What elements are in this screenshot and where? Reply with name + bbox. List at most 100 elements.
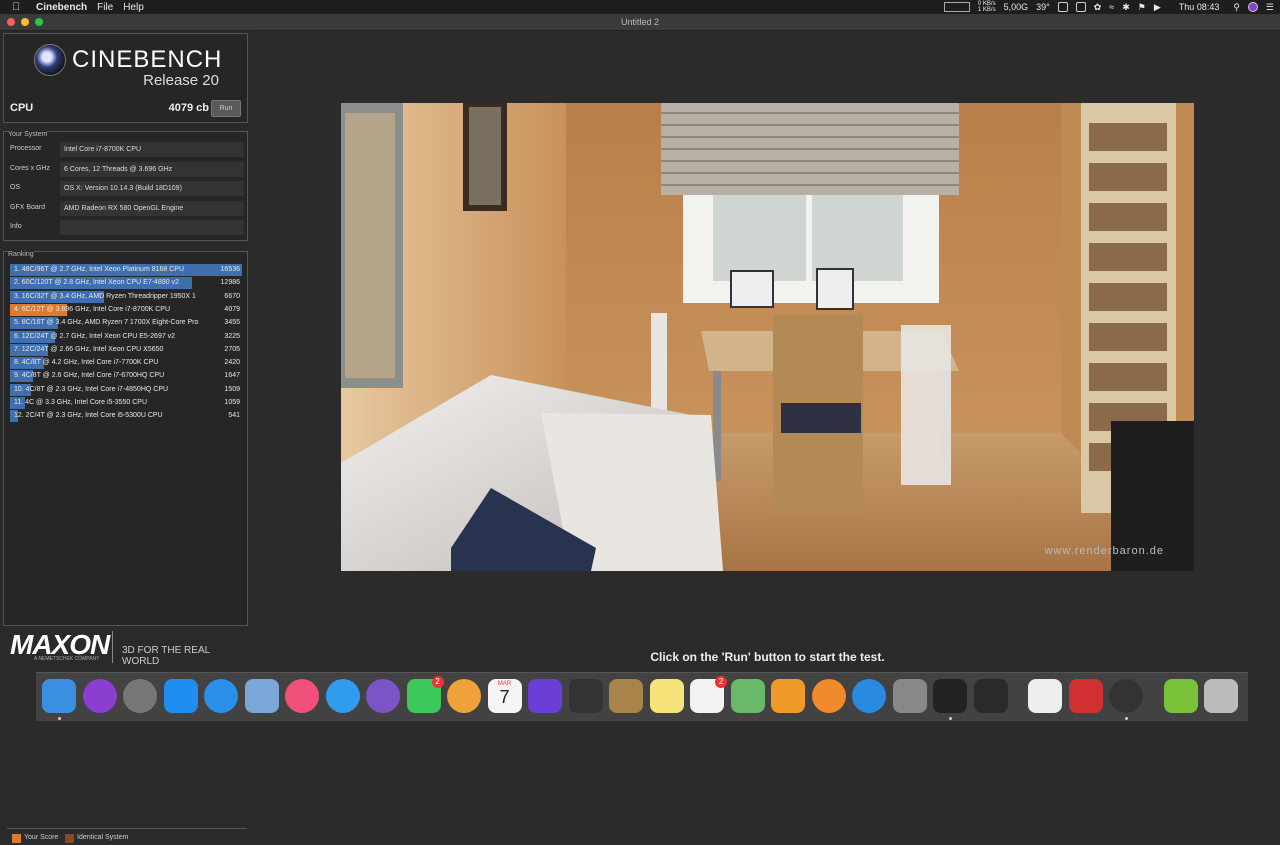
wifi-icon[interactable]: ≈ bbox=[1109, 2, 1114, 12]
menu-file[interactable]: File bbox=[97, 2, 113, 13]
archive-icon[interactable] bbox=[1028, 679, 1062, 713]
system-row-os: OS OS X: Version 10.14.3 (Build 18D109) bbox=[8, 181, 244, 196]
ranking-row[interactable]: 2. 60C/120T @ 2.8 GHz, Intel Xeon CPU E7… bbox=[10, 277, 242, 290]
cpu-score: 4079 cb bbox=[168, 102, 209, 114]
books-icon[interactable] bbox=[811, 679, 846, 713]
ranking-score: 12986 bbox=[220, 279, 240, 287]
script-icon[interactable]: ✿ bbox=[1094, 2, 1102, 13]
system-row-value[interactable]: OS X: Version 10.14.3 (Build 18D109) bbox=[60, 181, 244, 196]
system-row-key: Info bbox=[10, 223, 22, 230]
gear-icon[interactable] bbox=[1075, 2, 1086, 12]
ranking-row[interactable]: 8. 4C/8T @ 4.2 GHz, Intel Core i7-7700K … bbox=[10, 357, 242, 370]
safari-icon[interactable] bbox=[204, 679, 238, 713]
render-viewport: www.renderbaron.de bbox=[341, 103, 1194, 571]
maxon-tagline: 3D FOR THE REAL WORLD bbox=[122, 645, 210, 667]
flag-icon[interactable]: ⚑ bbox=[1138, 2, 1146, 13]
app-store-icon[interactable] bbox=[163, 679, 198, 713]
cpu-graph-icon[interactable] bbox=[943, 2, 970, 12]
cinebench-icon[interactable] bbox=[1109, 679, 1143, 713]
run-button[interactable]: Run bbox=[211, 100, 241, 117]
room-render-image bbox=[341, 103, 1194, 571]
ranking-row[interactable]: 7. 12C/24T @ 2.66 GHz, Intel Xeon CPU X5… bbox=[10, 343, 242, 356]
app-switch-icon[interactable] bbox=[1057, 2, 1068, 12]
ranking-row[interactable]: 5. 8C/16T @ 3.4 GHz, AMD Ryzen 7 1700X E… bbox=[10, 317, 242, 330]
calendar-icon[interactable]: MAR 7 bbox=[487, 679, 522, 713]
tools-icon[interactable] bbox=[1068, 679, 1103, 713]
notes-icon[interactable] bbox=[649, 679, 684, 713]
menu-app-name[interactable]: Cinebench bbox=[36, 2, 87, 13]
trash-icon[interactable] bbox=[1204, 679, 1238, 713]
bluetooth-icon[interactable]: ✱ bbox=[1122, 2, 1130, 13]
notification-center-icon[interactable]: ☰ bbox=[1266, 2, 1274, 13]
siri-menu-icon[interactable] bbox=[1247, 2, 1258, 12]
temperature-readout[interactable]: 39° bbox=[1036, 2, 1050, 12]
ranking-score: 2705 bbox=[224, 345, 240, 353]
system-row-cores-x-ghz: Cores x GHz 6 Cores, 12 Threads @ 3.696 G… bbox=[8, 161, 244, 177]
messages-icon[interactable] bbox=[325, 679, 360, 713]
close-window-button[interactable] bbox=[7, 18, 15, 26]
window-title-bar: Untitled 2 bbox=[0, 14, 1280, 31]
notification-badge: 2 bbox=[715, 676, 727, 688]
system-row-key: Processor bbox=[10, 145, 42, 152]
ranking-score: 1647 bbox=[224, 372, 240, 380]
ranking-row[interactable]: 3. 16C/32T @ 3.4 GHz, AMD Ryzen Threadri… bbox=[10, 290, 242, 303]
apple-icon[interactable]:  bbox=[12, 0, 26, 14]
reminders-icon[interactable]: 2 bbox=[690, 676, 727, 713]
system-row-key: GFX Board bbox=[10, 203, 46, 211]
finder-icon[interactable] bbox=[42, 679, 76, 713]
ranking-row[interactable]: 10. 4C/8T @ 2.3 GHz, Intel Core i7-4850H… bbox=[10, 383, 242, 396]
clock[interactable]: Thu 08:43 bbox=[1179, 2, 1220, 12]
ranking-row-your-score[interactable]: 4. 6C/12T @ 3.696 GHz, Intel Core i7-870… bbox=[10, 303, 242, 316]
volume-icon[interactable]: ▶ bbox=[1154, 2, 1161, 13]
system-row-info: Info bbox=[8, 220, 244, 235]
maps-icon[interactable] bbox=[730, 679, 765, 713]
contacts-icon[interactable] bbox=[609, 679, 643, 713]
search-icon[interactable]: ⚲ bbox=[1233, 2, 1240, 13]
terminal-icon[interactable] bbox=[933, 679, 967, 713]
imovie-icon[interactable] bbox=[528, 679, 562, 713]
ranking-score: 4079 bbox=[224, 305, 240, 313]
ranking-score: 16536 bbox=[220, 266, 240, 273]
photos-icon[interactable] bbox=[447, 679, 481, 713]
ranking-row[interactable]: 11. 4C @ 3.3 GHz, Intel Core i5-3550 CPU… bbox=[10, 397, 242, 409]
memory-readout[interactable]: 5,00G bbox=[1004, 2, 1029, 12]
ranking-row[interactable]: 1. 48C/96T @ 2.7 GHz, Intel Xeon Platinu… bbox=[10, 264, 242, 276]
ranking-label: 11. 4C @ 3.3 GHz, Intel Core i5-3550 CPU bbox=[14, 399, 148, 406]
system-row-gfx-board: GFX Board AMD Radeon RX 580 OpenGL Engine bbox=[8, 200, 244, 216]
utility-icon[interactable] bbox=[852, 679, 886, 713]
menu-bar:  Cinebench File Help 0 KB/s1 KB/s 5,00G… bbox=[0, 0, 1280, 14]
final-cut-icon[interactable] bbox=[568, 679, 603, 713]
downloads-icon[interactable] bbox=[1163, 679, 1198, 713]
network-speed[interactable]: 0 KB/s 1 KB/s bbox=[978, 1, 996, 13]
ranking-row[interactable]: 9. 4C/8T @ 2.6 GHz, Intel Core i7-6700HQ… bbox=[10, 370, 242, 383]
minimize-window-button[interactable] bbox=[21, 18, 29, 26]
mail-icon[interactable] bbox=[244, 679, 279, 713]
ranking-row[interactable]: 6. 12C/24T @ 2.7 GHz, Intel Xeon CPU E5-… bbox=[10, 330, 242, 343]
system-row-value[interactable]: 6 Cores, 12 Threads @ 3.696 GHz bbox=[60, 161, 244, 177]
system-row-value[interactable] bbox=[60, 220, 244, 235]
home-icon[interactable] bbox=[771, 679, 805, 713]
system-row-value[interactable]: AMD Radeon RX 580 OpenGL Engine bbox=[60, 200, 244, 216]
your-system-title: Your System bbox=[8, 131, 48, 138]
activity-monitor-icon[interactable] bbox=[973, 679, 1008, 713]
maxon-divider bbox=[112, 631, 113, 663]
legend-identical-swatch bbox=[65, 834, 74, 843]
brand-release: Release 20 bbox=[143, 72, 219, 89]
system-preferences-icon[interactable] bbox=[892, 679, 927, 713]
itunes-icon[interactable] bbox=[285, 679, 319, 713]
zoom-window-button[interactable] bbox=[35, 18, 43, 26]
system-row-key: OS bbox=[10, 184, 21, 191]
ranking-label: 1. 48C/96T @ 2.7 GHz, Intel Xeon Platinu… bbox=[14, 266, 185, 273]
left-panel: CINEBENCH Release 20 CPU 4079 cb Run You… bbox=[0, 31, 252, 843]
system-row-value[interactable]: Intel Core i7-8700K CPU bbox=[60, 142, 244, 157]
ranking-score: 2420 bbox=[224, 359, 240, 367]
facetime-icon[interactable]: 2 bbox=[406, 676, 444, 713]
launchpad-icon[interactable] bbox=[123, 679, 157, 713]
siri-icon[interactable] bbox=[82, 679, 117, 713]
ranking-row[interactable]: 12. 2C/4T @ 2.3 GHz, Intel Core i5-5300U… bbox=[10, 410, 242, 423]
ranking-score: 6670 bbox=[224, 292, 240, 300]
menu-help[interactable]: Help bbox=[123, 2, 144, 13]
viber-icon[interactable] bbox=[366, 679, 400, 713]
calendar-day: 7 bbox=[499, 687, 510, 707]
your-system-panel: Your System Processor Intel Core i7-8700K… bbox=[3, 131, 248, 241]
